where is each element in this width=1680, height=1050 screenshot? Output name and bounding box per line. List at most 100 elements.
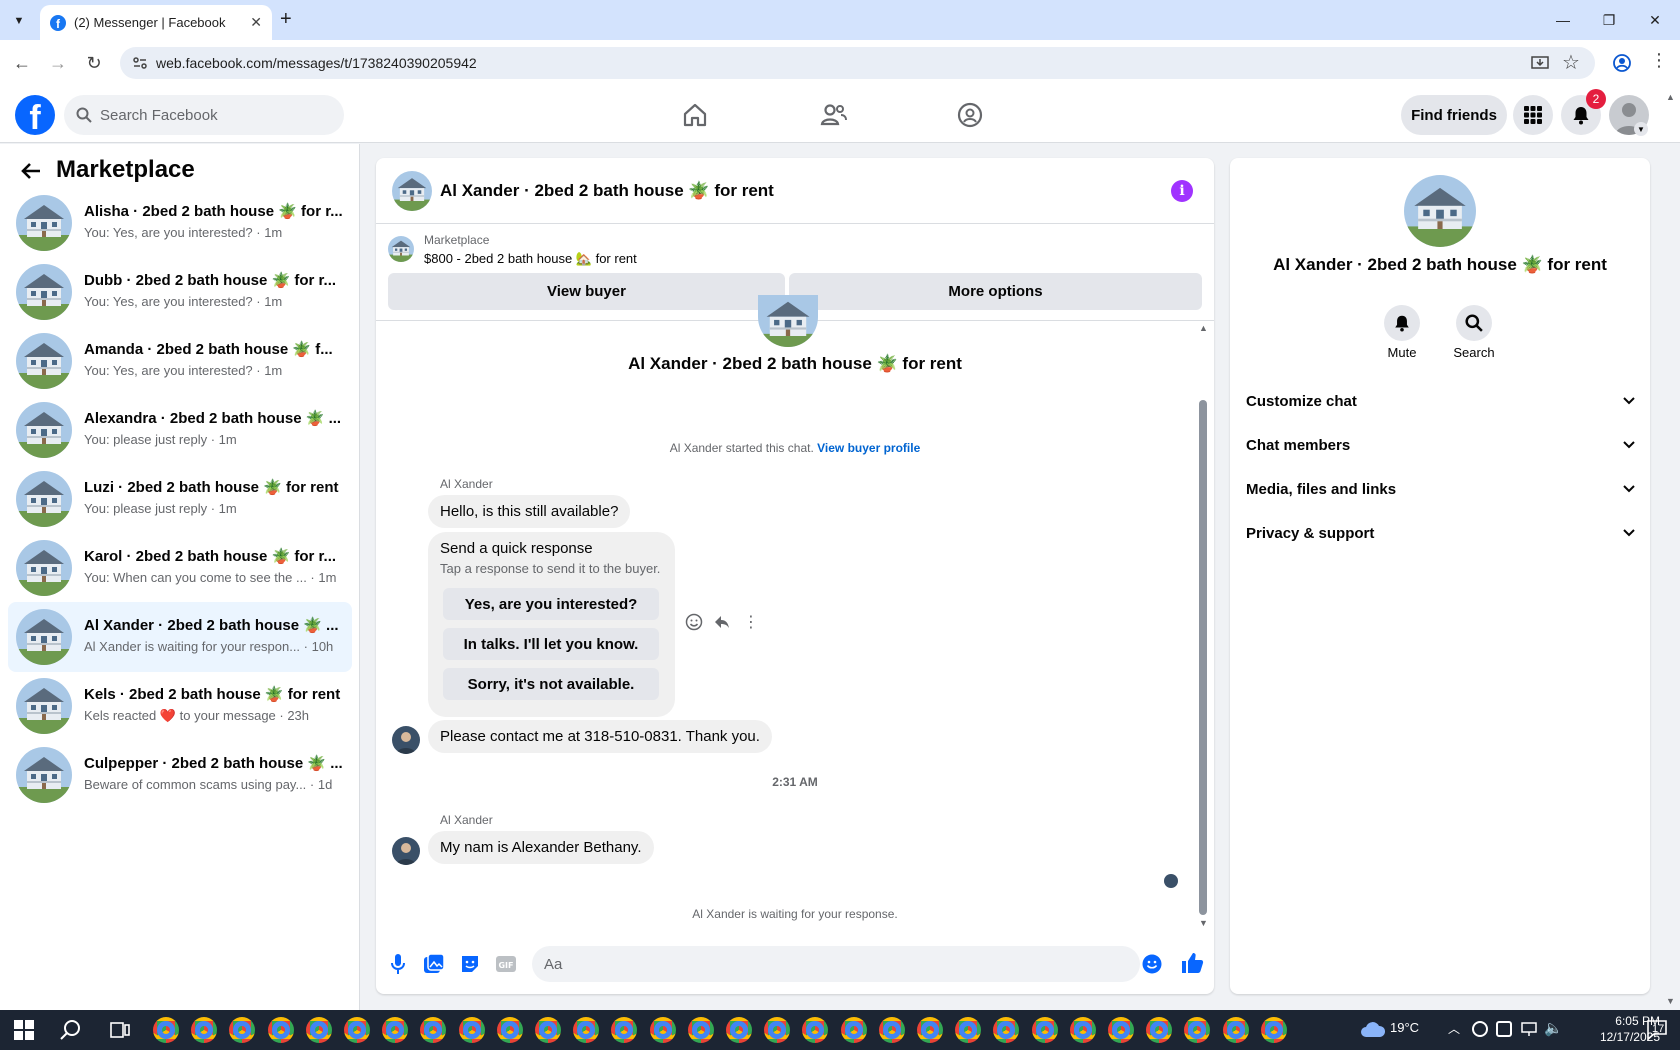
taskbar-browser-icon[interactable] [878, 1017, 905, 1043]
home-icon[interactable] [675, 95, 715, 135]
customize-chat-row[interactable]: Customize chat [1246, 381, 1636, 421]
close-tab-icon[interactable]: ✕ [250, 14, 262, 31]
message-input[interactable]: Aa [532, 946, 1140, 982]
sticker-icon[interactable] [458, 952, 482, 976]
weather-cloud-icon[interactable] [1360, 1020, 1386, 1038]
page-scroll-up-icon[interactable]: ▲ [1666, 92, 1675, 102]
network-icon[interactable] [1520, 1021, 1538, 1037]
message-bubble[interactable]: Hello, is this still available? [428, 495, 631, 528]
menu-grid-icon[interactable] [1513, 95, 1553, 135]
taskbar-browser-icon[interactable] [496, 1017, 523, 1043]
find-friends-button[interactable]: Find friends [1401, 95, 1507, 135]
taskbar-browser-icon[interactable] [344, 1017, 370, 1043]
tray-device-icon[interactable] [1496, 1021, 1512, 1037]
privacy-support-row[interactable]: Privacy & support [1246, 513, 1636, 553]
windows-start-icon[interactable] [14, 1020, 34, 1040]
task-view-icon[interactable] [110, 1020, 130, 1040]
gif-icon[interactable]: GIF [494, 952, 518, 976]
taskbar-browser-icon[interactable] [458, 1017, 485, 1043]
weather-temp[interactable]: 19°C [1390, 1020, 1419, 1035]
taskbar-browser-icon[interactable] [1146, 1017, 1173, 1043]
back-arrow-icon[interactable] [20, 160, 42, 182]
account-chevron-icon[interactable]: ▼ [1634, 122, 1648, 136]
conversation-item[interactable]: Luzi · 2bed 2 bath house 🪴 for rent You: … [8, 464, 352, 534]
taskbar-browser-icon[interactable] [649, 1017, 676, 1043]
page-scroll-down-icon[interactable]: ▼ [1666, 996, 1675, 1006]
chat-members-row[interactable]: Chat members [1246, 425, 1636, 465]
like-thumb-icon[interactable] [1180, 951, 1204, 975]
taskbar-browser-icon[interactable] [191, 1017, 218, 1043]
taskbar-browser-icon[interactable] [153, 1017, 179, 1043]
info-icon[interactable]: i [1171, 180, 1193, 202]
taskbar-search-icon[interactable] [60, 1019, 82, 1041]
taskbar-browser-icon[interactable] [1222, 1017, 1249, 1043]
taskbar-browser-icon[interactable] [535, 1017, 561, 1043]
new-tab-icon[interactable]: + [280, 8, 292, 31]
details-avatar[interactable] [1404, 175, 1476, 247]
minimize-icon[interactable]: — [1540, 0, 1586, 40]
taskbar-browser-icon[interactable] [917, 1017, 943, 1043]
view-buyer-profile-link[interactable]: View buyer profile [817, 441, 920, 455]
quick-response-yes-button[interactable]: Yes, are you interested? [443, 588, 659, 620]
install-app-icon[interactable] [1530, 53, 1550, 73]
sender-avatar[interactable] [392, 837, 420, 865]
conversation-item[interactable]: Al Xander · 2bed 2 bath house 🪴 ... Al Xa… [8, 602, 352, 672]
restore-icon[interactable]: ❐ [1586, 0, 1632, 40]
chat-avatar[interactable] [392, 171, 432, 211]
quick-response-not-available-button[interactable]: Sorry, it's not available. [443, 668, 659, 700]
more-options-button[interactable]: More options [789, 273, 1202, 310]
volume-icon[interactable]: 🔈 [1544, 1019, 1563, 1037]
taskbar-browser-icon[interactable] [1260, 1017, 1287, 1043]
attach-photo-icon[interactable] [422, 952, 446, 976]
emoji-icon[interactable] [1142, 954, 1162, 974]
listing-title[interactable]: $800 - 2bed 2 bath house 🏡 for rent [424, 251, 637, 267]
taskbar-browser-icon[interactable] [1069, 1017, 1096, 1043]
taskbar-browser-icon[interactable] [764, 1017, 791, 1043]
view-buyer-button[interactable]: View buyer [388, 273, 785, 310]
search-chat-button[interactable] [1456, 305, 1492, 341]
search-facebook-input[interactable]: Search Facebook [64, 95, 344, 135]
close-window-icon[interactable]: ✕ [1632, 0, 1678, 40]
back-icon[interactable]: ← [9, 50, 35, 76]
taskbar-browser-icon[interactable] [573, 1017, 600, 1043]
site-info-icon[interactable] [132, 55, 148, 71]
taskbar-browser-icon[interactable] [687, 1017, 714, 1043]
friends-icon[interactable] [813, 95, 853, 135]
taskbar-browser-icon[interactable] [382, 1017, 409, 1043]
message-more-icon[interactable]: ⋮ [743, 612, 759, 632]
facebook-logo-icon[interactable]: f [15, 95, 55, 135]
forward-icon[interactable]: → [45, 50, 71, 76]
taskbar-browser-icon[interactable] [1108, 1017, 1134, 1043]
message-bubble[interactable]: My nam is Alexander Bethany. [428, 831, 654, 864]
conversation-item[interactable]: Culpepper · 2bed 2 bath house 🪴 ... Bewar… [8, 740, 352, 810]
reload-icon[interactable]: ↻ [81, 50, 107, 76]
groups-icon[interactable] [950, 95, 990, 135]
conversation-item[interactable]: Kels · 2bed 2 bath house 🪴 for rent Kels … [8, 671, 352, 741]
conversation-item[interactable]: Karol · 2bed 2 bath house 🪴 for r... You:… [8, 533, 352, 603]
address-bar[interactable]: web.facebook.com/messages/t/173824039020… [120, 47, 1595, 79]
profile-icon[interactable] [1612, 53, 1632, 73]
taskbar-browser-icon[interactable] [305, 1017, 332, 1043]
tab-search-icon[interactable]: ▼ [8, 10, 30, 32]
chat-title[interactable]: Al Xander · 2bed 2 bath house 🪴 for rent [440, 181, 774, 201]
message-bubble[interactable]: Please contact me at 318-510-0831. Thank… [428, 720, 772, 753]
taskbar-browser-icon[interactable] [1031, 1017, 1058, 1043]
browser-menu-icon[interactable]: ⋮ [1650, 50, 1668, 71]
reply-icon[interactable] [713, 613, 731, 631]
tray-chevron-up-icon[interactable]: ︿ [1448, 1020, 1460, 1037]
scroll-down-icon[interactable]: ▼ [1199, 918, 1208, 928]
taskbar-browser-icon[interactable] [840, 1017, 867, 1043]
scroll-up-icon[interactable]: ▲ [1199, 323, 1208, 333]
conversation-item[interactable]: Dubb · 2bed 2 bath house 🪴 for r... You: … [8, 257, 352, 327]
bookmark-star-icon[interactable]: ☆ [1562, 50, 1580, 75]
taskbar-browser-icon[interactable] [726, 1017, 752, 1043]
quick-response-in-talks-button[interactable]: In talks. I'll let you know. [443, 628, 659, 660]
tray-app-icon[interactable] [1472, 1021, 1488, 1037]
react-emoji-icon[interactable] [685, 613, 703, 631]
conversation-item[interactable]: Amanda · 2bed 2 bath house 🪴 f... You: Ye… [8, 326, 352, 396]
taskbar-browser-icon[interactable] [955, 1017, 982, 1043]
conversation-item[interactable]: Alisha · 2bed 2 bath house 🪴 for r... You… [8, 188, 352, 258]
browser-tab[interactable]: f (2) Messenger | Facebook ✕ [40, 5, 272, 40]
conversation-item[interactable]: Alexandra · 2bed 2 bath house 🪴 ... You: … [8, 395, 352, 465]
media-files-links-row[interactable]: Media, files and links [1246, 469, 1636, 509]
